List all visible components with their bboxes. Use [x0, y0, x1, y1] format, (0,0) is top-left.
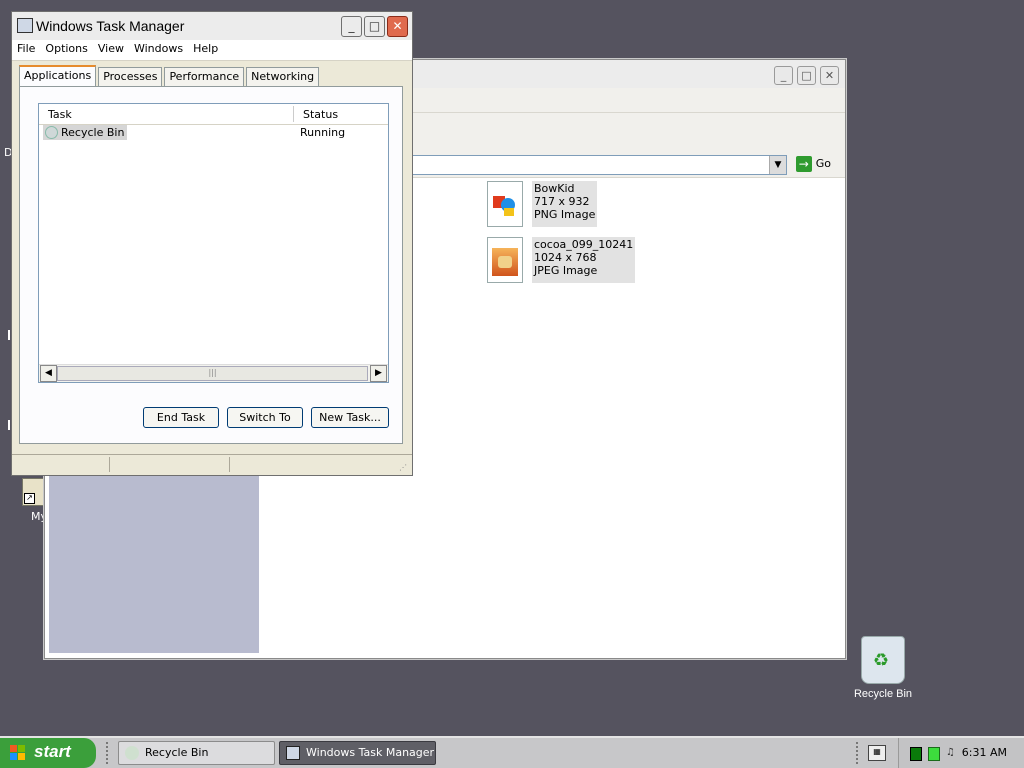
file-dimensions: 1024 x 768	[534, 251, 597, 264]
activity-icon[interactable]	[928, 747, 940, 761]
clock[interactable]: 6:31 AM	[962, 746, 1007, 759]
go-button[interactable]: → Go	[795, 156, 831, 172]
taskbar-grip[interactable]	[106, 742, 112, 764]
new-task-button[interactable]: New Task...	[311, 407, 389, 428]
file-type: PNG Image	[534, 208, 596, 221]
png-file-icon	[487, 181, 523, 227]
explorer-task-pane	[49, 475, 259, 653]
recycle-bin-desktop-icon[interactable]: ♻ Recycle Bin	[853, 636, 913, 700]
status-section	[12, 457, 110, 472]
file-type: JPEG Image	[534, 264, 598, 277]
menu-help[interactable]: Help	[188, 40, 223, 57]
list-header: Task Status	[39, 104, 388, 125]
applications-panel: Task Status Recycle Bin Running ◀ ||| ▶ …	[19, 86, 403, 444]
file-details: cocoa_099_10241 1024 x 768 JPEG Image	[532, 237, 636, 283]
maximize-button[interactable]: □	[364, 16, 385, 37]
tab-strip: Applications Processes Performance Netwo…	[19, 65, 321, 89]
minimize-button[interactable]: _	[774, 66, 793, 85]
file-details: BowKid 717 x 932 PNG Image	[532, 181, 598, 227]
file-item[interactable]: cocoa_099_10241 1024 x 768 JPEG Image	[487, 237, 636, 283]
taskbar-button-task-manager[interactable]: Windows Task Manager	[279, 741, 436, 765]
system-tray: ♫ 6:31 AM	[898, 738, 1024, 768]
start-label: start	[34, 742, 71, 761]
task-name: Recycle Bin	[61, 126, 125, 139]
chevron-down-icon[interactable]: ▼	[769, 156, 786, 174]
file-item[interactable]: BowKid 717 x 932 PNG Image	[487, 181, 598, 227]
file-name: cocoa_099_10241	[534, 238, 634, 251]
go-arrow-icon: →	[795, 156, 812, 172]
keyboard-icon[interactable]: ▦	[868, 745, 886, 761]
recycle-bin-label: Recycle Bin	[853, 688, 913, 700]
recycle-bin-icon	[125, 746, 139, 760]
scroll-left-icon[interactable]: ◀	[40, 365, 57, 382]
taskbar-button-label: Windows Task Manager	[306, 746, 435, 759]
file-name: BowKid	[534, 182, 575, 195]
window-title: Windows Task Manager	[36, 18, 185, 34]
taskbar-button-recycle-bin[interactable]: Recycle Bin	[118, 741, 275, 765]
jpeg-file-icon	[487, 237, 523, 283]
my-documents-icon[interactable]: ↗	[22, 478, 46, 506]
end-task-button[interactable]: End Task	[143, 407, 219, 428]
file-dimensions: 717 x 932	[534, 195, 590, 208]
close-button[interactable]: ✕	[387, 16, 408, 37]
scroll-right-icon[interactable]: ▶	[370, 365, 387, 382]
task-name-cell[interactable]: Recycle Bin	[43, 125, 128, 140]
taskbar-grip[interactable]	[856, 742, 862, 764]
minimize-button[interactable]: _	[341, 16, 362, 37]
recycle-bin-icon	[45, 126, 58, 139]
menu-windows[interactable]: Windows	[129, 40, 188, 57]
maximize-button[interactable]: □	[797, 66, 816, 85]
column-header-status[interactable]: Status	[303, 108, 338, 121]
menu-options[interactable]: Options	[40, 40, 92, 57]
tab-processes[interactable]: Processes	[98, 67, 163, 88]
menu-file[interactable]: File	[12, 40, 40, 57]
column-divider[interactable]	[293, 106, 294, 122]
taskbar-button-label: Recycle Bin	[145, 746, 209, 759]
status-section	[110, 457, 230, 472]
go-label: Go	[815, 157, 831, 170]
task-manager-menubar: File Options View Windows Help	[12, 40, 412, 61]
network-status-icon[interactable]	[910, 747, 922, 761]
horizontal-scrollbar[interactable]: ◀ ||| ▶	[39, 364, 388, 382]
task-list[interactable]: Task Status Recycle Bin Running ◀ ||| ▶	[38, 103, 389, 383]
windows-flag-icon	[10, 745, 26, 761]
recycle-bin-icon: ♻	[861, 636, 905, 684]
menu-view[interactable]: View	[93, 40, 129, 57]
desktop-icon-fragment	[8, 330, 10, 340]
desktop-icon-fragment	[8, 420, 10, 430]
column-header-task[interactable]: Task	[48, 108, 72, 121]
task-manager-icon	[286, 746, 300, 760]
task-manager-icon	[17, 18, 33, 33]
start-button[interactable]: start	[0, 738, 96, 768]
task-status: Running	[300, 126, 346, 139]
tab-networking[interactable]: Networking	[246, 67, 320, 88]
task-manager-window: Windows Task Manager _ □ ✕ File Options Vi…	[11, 11, 413, 476]
table-row[interactable]: Recycle Bin Running	[39, 124, 388, 142]
scroll-thumb[interactable]: |||	[57, 366, 368, 381]
volume-icon[interactable]: ♫	[946, 747, 958, 759]
task-manager-titlebar[interactable]: Windows Task Manager _ □ ✕	[12, 12, 412, 40]
tab-performance[interactable]: Performance	[164, 67, 245, 88]
resize-grip-icon[interactable]: ⋰	[399, 463, 409, 473]
switch-to-button[interactable]: Switch To	[227, 407, 303, 428]
status-bar: ⋰	[12, 454, 412, 475]
close-button[interactable]: ✕	[820, 66, 839, 85]
